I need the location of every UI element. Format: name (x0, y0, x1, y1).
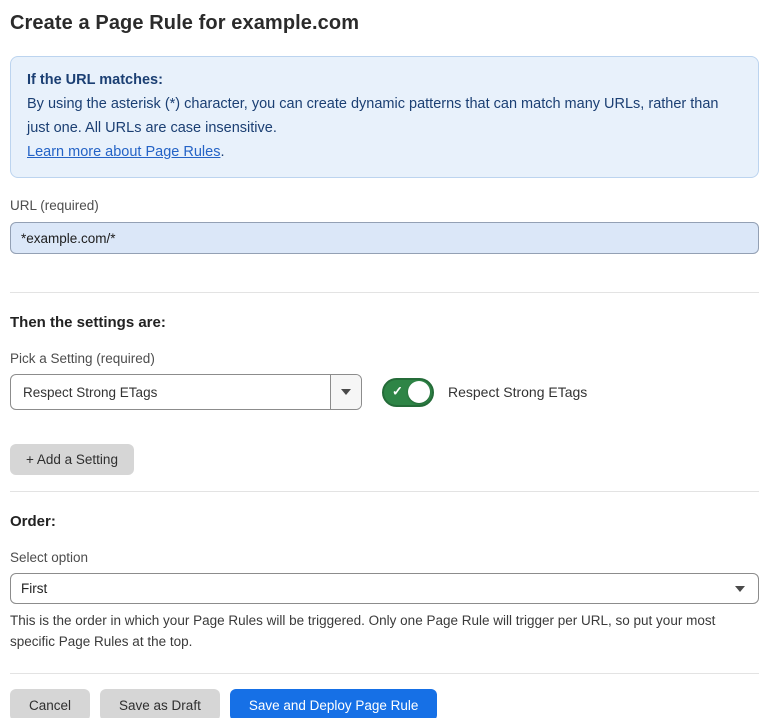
divider (10, 292, 759, 293)
url-match-info-box: If the URL matches: By using the asteris… (10, 56, 759, 178)
setting-select-arrow-button[interactable] (330, 375, 361, 409)
setting-select[interactable]: Respect Strong ETags (10, 374, 362, 410)
etags-toggle-label: Respect Strong ETags (448, 384, 587, 400)
url-input[interactable] (10, 222, 759, 254)
add-setting-button[interactable]: + Add a Setting (10, 444, 134, 475)
info-box-link-line: Learn more about Page Rules. (27, 140, 742, 164)
create-page-rule-panel: Create a Page Rule for example.com If th… (0, 0, 769, 718)
setting-row: Respect Strong ETags ✓ Respect Strong ET… (10, 374, 759, 410)
check-icon: ✓ (392, 384, 403, 400)
chevron-down-icon (735, 586, 745, 592)
page-title: Create a Page Rule for example.com (10, 12, 759, 35)
order-section-heading: Order: (10, 513, 759, 530)
order-help-text: This is the order in which your Page Rul… (10, 610, 759, 652)
url-field-label: URL (required) (10, 198, 759, 213)
etags-toggle-group: ✓ Respect Strong ETags (382, 378, 587, 407)
action-button-row: Cancel Save as Draft Save and Deploy Pag… (10, 689, 759, 718)
etags-toggle[interactable]: ✓ (382, 378, 434, 407)
save-and-deploy-button[interactable]: Save and Deploy Page Rule (230, 689, 438, 718)
toggle-knob (408, 381, 430, 403)
save-as-draft-button[interactable]: Save as Draft (100, 689, 220, 718)
divider (10, 673, 759, 674)
cancel-button[interactable]: Cancel (10, 689, 90, 718)
info-box-heading: If the URL matches: (27, 68, 742, 92)
settings-section-heading: Then the settings are: (10, 314, 759, 331)
info-box-body: By using the asterisk (*) character, you… (27, 92, 742, 140)
link-period: . (220, 144, 224, 160)
order-select-label: Select option (10, 550, 759, 565)
order-select-value: First (21, 581, 47, 596)
divider (10, 491, 759, 492)
setting-select-value: Respect Strong ETags (11, 375, 330, 409)
learn-more-link[interactable]: Learn more about Page Rules (27, 144, 220, 160)
order-select[interactable]: First (10, 573, 759, 604)
chevron-down-icon (341, 389, 351, 395)
setting-picker-label: Pick a Setting (required) (10, 351, 759, 366)
